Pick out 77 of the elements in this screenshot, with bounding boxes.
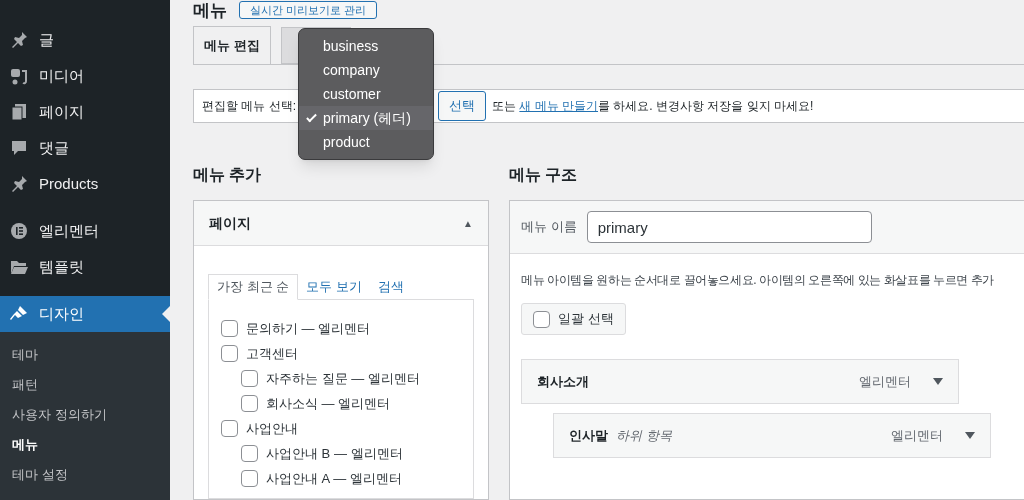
bulk-select-button[interactable]: 일괄 선택 <box>521 303 626 335</box>
page-option: 회사소식 — 엘리멘터 <box>266 393 391 414</box>
menu-label: 페이지 <box>39 101 84 122</box>
section-heading: 메뉴 구조 <box>509 165 579 185</box>
menu-label: 댓글 <box>39 137 69 158</box>
item-type: 엘리멘터 <box>859 372 911 391</box>
comment-icon <box>9 138 29 158</box>
sidebar-item[interactable]: Products <box>0 166 170 202</box>
menu-label: 글 <box>39 29 54 50</box>
option-label: customer <box>323 84 381 104</box>
panel-title: 페이지 <box>209 213 251 233</box>
section-heading: 메뉴 추가 <box>193 165 263 185</box>
sidebar-item[interactable]: 엘리멘터 <box>0 213 170 249</box>
item-title: 회사소개 <box>537 372 589 391</box>
new-menu-link[interactable]: 새 메뉴 만들기 <box>519 99 599 113</box>
page-option: 사업안내 <box>246 418 298 439</box>
sidebar-item[interactable]: 템플릿 <box>0 249 170 285</box>
select-label: 편집할 메뉴 선택: <box>202 98 296 115</box>
page-option: 고객센터 <box>246 343 298 364</box>
checkbox[interactable] <box>241 395 258 412</box>
sidebar-item[interactable]: 페이지 <box>0 94 170 130</box>
item-type: 엘리멘터 <box>891 426 943 445</box>
view-tab[interactable]: 가장 최근 순 <box>208 274 299 300</box>
field-label: 메뉴 이름 <box>521 218 577 237</box>
checkbox[interactable] <box>533 310 550 328</box>
menu-label: 템플릿 <box>39 256 84 277</box>
dropdown-option[interactable]: customer <box>299 82 433 106</box>
sidebar-item[interactable]: 미디어 <box>0 58 170 94</box>
option-label: primary (헤더) <box>323 108 411 128</box>
dropdown-option[interactable]: business <box>299 34 433 58</box>
dropdown-option[interactable]: primary (헤더) <box>299 106 433 130</box>
sidebar-item[interactable]: 글 <box>0 22 170 58</box>
select-button[interactable]: 선택 <box>438 91 486 121</box>
option-label: product <box>323 132 370 152</box>
menu-item[interactable]: 회사소개 엘리멘터 <box>521 359 959 404</box>
current-pointer-icon <box>162 306 170 322</box>
menu-label: 미디어 <box>39 65 84 86</box>
submenu-item[interactable]: 사용자 정의하기 <box>0 400 170 430</box>
select-note: 또는 새 메뉴 만들기 를 하세요. 변경사항 저장을 잊지 마세요! <box>492 98 814 115</box>
option-label: company <box>323 60 380 80</box>
preview-button[interactable]: 실시간 미리보기로 관리 <box>239 1 378 19</box>
page-option: 자주하는 질문 — 엘리멘터 <box>266 368 420 389</box>
menu-label: 디자인 <box>39 303 84 324</box>
expand-arrow-icon[interactable] <box>933 378 943 385</box>
item-title: 인사말 <box>569 426 608 445</box>
checkbox[interactable] <box>241 370 258 387</box>
menu-label: Products <box>39 173 99 194</box>
checkbox[interactable] <box>221 345 238 362</box>
item-subtitle: 하위 항목 <box>616 426 672 445</box>
expand-arrow-icon[interactable] <box>965 432 975 439</box>
sidebar-item[interactable]: 디자인 <box>0 296 170 332</box>
checkbox[interactable] <box>241 470 258 487</box>
submenu-item[interactable]: 패턴 <box>0 370 170 400</box>
dropdown-option[interactable]: company <box>299 58 433 82</box>
view-tab[interactable]: 모두 보기 <box>298 274 370 299</box>
view-tab[interactable]: 검색 <box>369 274 412 299</box>
menu-item[interactable]: 인사말 하위 항목 엘리멘터 <box>553 413 991 458</box>
pages-icon <box>9 102 29 122</box>
menu-label: 엘리멘터 <box>39 220 99 241</box>
submenu-item[interactable]: 메뉴 <box>0 430 170 460</box>
submenu-item[interactable]: 테마 설정 <box>0 460 170 490</box>
media-icon <box>9 66 29 86</box>
page-option: 문의하기 — 엘리멘터 <box>246 318 371 339</box>
instructions-text: 메뉴 아이템을 원하는 순서대로 끌어놓으세요. 아이템의 오른쪽에 있는 화살표를 누르면 추가 <box>521 272 995 289</box>
page-option: 사업안내 A — 엘리멘터 <box>266 468 402 489</box>
dropdown-option[interactable]: product <box>299 130 433 154</box>
checkbox[interactable] <box>241 445 258 462</box>
menu-name-field[interactable]: primary <box>586 211 872 243</box>
submenu-item[interactable]: 테마 <box>0 340 170 370</box>
tab[interactable]: 메뉴 편집 <box>193 26 271 65</box>
page-title: 메뉴 <box>193 1 227 19</box>
toggle-button[interactable]: ▲ <box>463 215 473 231</box>
option-label: business <box>323 36 379 56</box>
page-option: 사업안내 B — 엘리멘터 <box>266 443 403 464</box>
sidebar-item[interactable]: 댓글 <box>0 130 170 166</box>
checkbox[interactable] <box>221 320 238 337</box>
checkbox[interactable] <box>221 420 238 437</box>
